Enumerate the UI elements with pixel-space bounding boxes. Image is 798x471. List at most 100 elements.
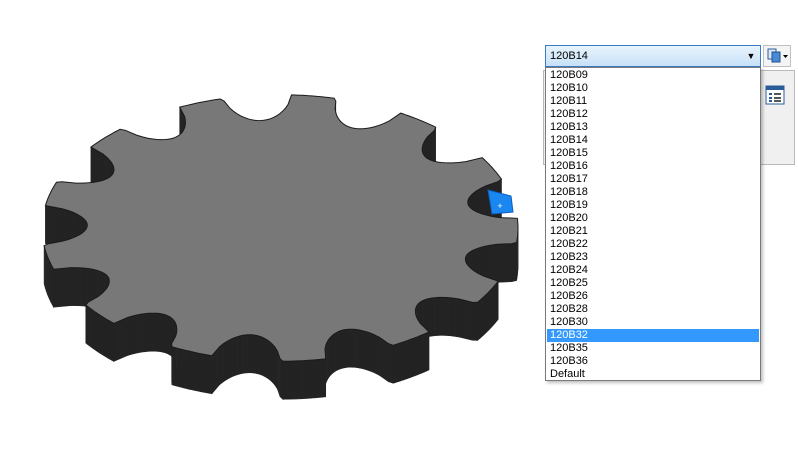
sprocket-side-wall[interactable] (373, 334, 380, 376)
sprocket-side-wall[interactable] (236, 335, 241, 376)
sprocket-side-wall[interactable] (260, 336, 264, 377)
sprocket-side-wall[interactable] (242, 334, 246, 374)
sprocket-side-wall[interactable] (230, 337, 235, 378)
dropdown-option[interactable]: 120B16 (547, 160, 759, 173)
sprocket-side-wall[interactable] (417, 335, 421, 376)
dropdown-option[interactable]: 120B26 (547, 290, 759, 303)
sprocket-side-wall[interactable] (424, 332, 428, 373)
sprocket-side-wall[interactable] (308, 359, 312, 399)
dropdown-option[interactable]: 120B32 (547, 329, 759, 342)
sprocket-side-wall[interactable] (247, 334, 251, 374)
sprocket-side-wall[interactable] (147, 312, 152, 352)
sprocket-side-wall[interactable] (412, 337, 416, 378)
sprocket-side-wall[interactable] (431, 297, 436, 337)
dropdown-option[interactable]: 120B13 (547, 121, 759, 134)
dropdown-option[interactable]: 120B12 (547, 108, 759, 121)
sprocket-side-wall[interactable] (446, 297, 453, 337)
sprocket-side-wall[interactable] (274, 346, 278, 390)
sprocket-side-wall[interactable] (511, 242, 517, 283)
sprocket-side-wall[interactable] (392, 344, 396, 384)
sprocket-side-wall[interactable] (162, 313, 166, 354)
sprocket-side-wall[interactable] (159, 313, 163, 353)
sprocket-side-wall[interactable] (350, 328, 354, 368)
sprocket-side-wall[interactable] (249, 334, 253, 374)
dropdown-option[interactable]: Default (547, 368, 759, 381)
sprocket-side-wall[interactable] (85, 304, 88, 345)
sprocket-side-wall[interactable] (397, 342, 401, 383)
configuration-dropdown-list[interactable]: 120B09 120B10 120B11 120B12 120B13 120B14 120B… (545, 67, 761, 381)
sprocket-side-wall[interactable] (239, 335, 243, 375)
dropdown-option[interactable]: 120B20 (547, 212, 759, 225)
selected-tooth-face[interactable]: + (487, 189, 514, 215)
sprocket-side-wall[interactable] (83, 267, 90, 307)
sprocket-side-wall[interactable] (362, 330, 367, 371)
dropdown-option[interactable]: 120B14 (547, 134, 759, 147)
sprocket-side-wall[interactable] (359, 329, 363, 370)
sprocket-side-wall[interactable] (203, 353, 207, 394)
dropdown-option[interactable]: 120B22 (547, 238, 759, 251)
sprocket-side-wall[interactable] (339, 329, 343, 370)
sprocket-side-wall[interactable] (182, 349, 186, 389)
sprocket-side-wall[interactable] (113, 316, 129, 362)
sprocket-side-wall[interactable] (421, 333, 425, 374)
sprocket-side-wall[interactable] (111, 321, 115, 362)
sprocket-side-wall[interactable] (134, 314, 141, 354)
sprocket-side-wall[interactable] (187, 350, 191, 390)
sprocket-side-wall[interactable] (414, 336, 418, 377)
sprocket-side-wall[interactable] (179, 348, 183, 388)
sprocket-side-wall[interactable] (369, 332, 375, 374)
sprocket-side-wall[interactable] (263, 337, 266, 378)
sprocket-side-wall[interactable] (256, 335, 260, 375)
sprocket-side-wall[interactable] (419, 334, 423, 375)
sprocket-side-wall[interactable] (441, 297, 447, 336)
sprocket-side-wall[interactable] (356, 329, 360, 369)
sprocket-side-wall[interactable] (451, 297, 460, 338)
sprocket-side-wall[interactable] (197, 352, 202, 393)
sprocket-side-wall[interactable] (426, 331, 430, 372)
sprocket-side-wall[interactable] (490, 243, 498, 284)
configuration-button[interactable] (763, 45, 791, 67)
sprocket-side-wall[interactable] (341, 329, 345, 369)
sprocket-side-wall[interactable] (144, 313, 149, 353)
sprocket-side-wall[interactable] (233, 336, 238, 377)
dropdown-option[interactable]: 120B19 (547, 199, 759, 212)
chevron-down-icon[interactable]: ▼ (745, 50, 757, 62)
dropdown-option[interactable]: 120B36 (547, 355, 759, 368)
sprocket-side-wall[interactable] (208, 354, 213, 395)
sprocket-side-wall[interactable] (316, 359, 321, 398)
sprocket-side-wall[interactable] (322, 358, 327, 398)
dropdown-option[interactable]: 120B25 (547, 277, 759, 290)
dropdown-option[interactable]: 120B28 (547, 303, 759, 316)
sprocket-side-wall[interactable] (434, 297, 439, 336)
sprocket-side-wall[interactable] (267, 339, 271, 381)
sprocket-side-wall[interactable] (296, 360, 301, 400)
sprocket-side-wall[interactable] (223, 340, 228, 382)
sprocket-side-wall[interactable] (311, 359, 315, 399)
configuration-combobox[interactable]: 120B14 ▼ (545, 45, 761, 67)
dropdown-option[interactable]: 120B09 (547, 69, 759, 82)
sprocket-side-wall[interactable] (294, 360, 298, 400)
sprocket-side-wall[interactable] (254, 334, 257, 374)
sprocket-side-wall[interactable] (458, 298, 473, 341)
sprocket-side-wall[interactable] (189, 351, 194, 391)
sprocket-side-wall[interactable] (410, 338, 414, 378)
sprocket-side-wall[interactable] (244, 334, 248, 374)
sprocket-side-wall[interactable] (402, 340, 406, 381)
sprocket-side-wall[interactable] (428, 297, 433, 337)
sprocket-side-wall[interactable] (437, 297, 443, 336)
sprocket-side-wall[interactable] (139, 313, 145, 353)
sprocket-side-wall[interactable] (302, 360, 307, 399)
sprocket-side-wall[interactable] (219, 342, 225, 386)
sprocket-side-wall[interactable] (343, 329, 347, 369)
sprocket-side-wall[interactable] (285, 360, 289, 400)
sprocket-side-wall[interactable] (299, 360, 304, 400)
dropdown-option[interactable]: 120B11 (547, 95, 759, 108)
sprocket-side-wall[interactable] (269, 341, 273, 383)
dropdown-option[interactable]: 120B35 (547, 342, 759, 355)
sprocket-side-wall[interactable] (365, 331, 371, 372)
sprocket-side-wall[interactable] (109, 320, 113, 361)
sprocket-side-wall[interactable] (291, 360, 295, 400)
sprocket-side-wall[interactable] (45, 205, 63, 248)
dropdown-option[interactable]: 120B18 (547, 186, 759, 199)
sprocket-side-wall[interactable] (345, 328, 349, 368)
